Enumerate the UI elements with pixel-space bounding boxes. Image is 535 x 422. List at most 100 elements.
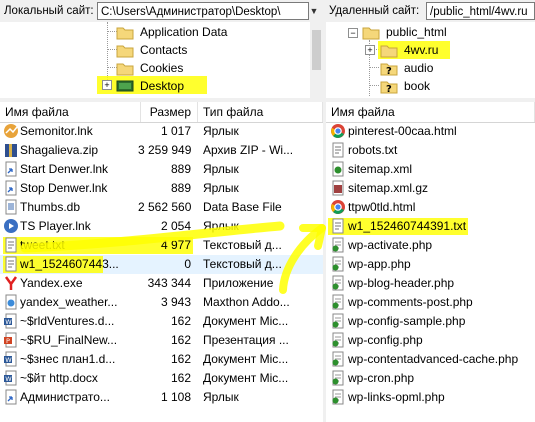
xml-file-icon (332, 161, 344, 177)
table-row[interactable]: P ~$RU_FinalNew... 162 Презентация ... (0, 331, 323, 350)
file-name: ~$йт http.docx (20, 371, 98, 385)
file-name: Thumbs.db (20, 200, 81, 214)
folder-icon (362, 27, 380, 40)
column-header-type[interactable]: Тип файла (198, 102, 323, 122)
php-file-icon (332, 313, 344, 329)
table-row[interactable]: W ~$rldVentures.d... 162 Документ Mic... (0, 312, 323, 331)
list-item[interactable]: wp-links-opml.php (326, 388, 535, 407)
list-item[interactable]: wp-app.php (326, 255, 535, 274)
file-type: Документ Mic... (203, 371, 289, 385)
file-name: ~$RU_FinalNew... (20, 333, 118, 347)
scrollbar-thumb[interactable] (312, 30, 321, 70)
table-row[interactable]: w1_1524607443... 0 Текстовый д... (0, 255, 323, 274)
remote-file-list[interactable]: Имя файла pinterest-00caa.html robots.txt… (326, 102, 535, 422)
file-name: sitemap.xml.gz (348, 181, 429, 195)
file-name: Администрато... (20, 390, 110, 404)
file-size: 162 (170, 333, 191, 347)
text-file-icon (5, 256, 17, 272)
table-row[interactable]: TS Player.lnk 2 054 Ярлык (0, 217, 323, 236)
list-item[interactable]: wp-cron.php (326, 369, 535, 388)
file-name: Stop Denwer.lnk (20, 181, 108, 195)
list-item[interactable]: wp-activate.php (326, 236, 535, 255)
local-path-input[interactable]: C:\Users\Администратор\Desktop\ (97, 2, 309, 20)
svg-text:P: P (6, 337, 10, 345)
file-type: Документ Mic... (203, 314, 289, 328)
table-row[interactable]: Thumbs.db 2 562 560 Data Base File (0, 198, 323, 217)
file-type: Ярлык (203, 124, 239, 138)
file-name: sitemap.xml (348, 162, 413, 176)
file-size: 889 (170, 181, 191, 195)
table-row[interactable]: Semonitor.lnk 1 017 Ярлык (0, 122, 323, 141)
list-item[interactable]: wp-blog-header.php (326, 274, 535, 293)
yandex-icon (4, 276, 18, 290)
file-name: Shagalieva.zip (20, 143, 99, 157)
table-row[interactable]: Stop Denwer.lnk 889 Ярлык (0, 179, 323, 198)
column-header-name[interactable]: Имя файла (326, 102, 535, 122)
file-name: tweet.txt (20, 238, 65, 252)
file-name: wp-blog-header.php (348, 276, 455, 290)
expand-toggle-icon[interactable]: + (365, 45, 375, 55)
php-file-icon (332, 370, 344, 386)
chevron-down-icon[interactable]: ▼ (306, 3, 322, 19)
list-item[interactable]: wp-config.php (326, 331, 535, 350)
player-icon (4, 219, 18, 233)
remote-path-input[interactable]: /public_html/4wv.ru (426, 2, 535, 20)
file-type: Документ Mic... (203, 352, 289, 366)
remote-list-header: Имя файла (326, 102, 535, 123)
word-doc-icon: W (4, 370, 17, 386)
file-name: w1_1524607443... (20, 257, 119, 271)
list-item[interactable]: sitemap.xml (326, 160, 535, 179)
file-name: wp-cron.php (348, 371, 415, 385)
file-size: 162 (170, 314, 191, 328)
ppt-icon: P (4, 332, 17, 348)
tree-node-label: Contacts (140, 43, 188, 57)
unknown-folder-icon: ? (380, 63, 398, 76)
local-list-header: Имя файла Размер Тип файла (0, 102, 323, 123)
expand-toggle-icon[interactable]: + (102, 80, 112, 90)
file-size: 343 344 (147, 276, 191, 290)
local-directory-tree[interactable]: Application Data Contacts Cookies + Desk… (0, 22, 310, 98)
folder-icon (116, 27, 134, 40)
table-row[interactable]: W ~$знес план1.d... 162 Документ Mic... (0, 350, 323, 369)
file-type: Текстовый д... (203, 238, 282, 252)
column-header-name[interactable]: Имя файла (0, 102, 141, 122)
table-row[interactable]: Yandex.exe 343 344 Приложение (0, 274, 323, 293)
svg-text:W: W (5, 356, 12, 364)
file-type: Ярлык (203, 390, 239, 404)
collapse-toggle-icon[interactable]: − (348, 28, 358, 38)
shortcut-icon (5, 161, 17, 177)
table-row[interactable]: Start Denwer.lnk 889 Ярлык (0, 160, 323, 179)
zip-icon (5, 144, 17, 157)
php-file-icon (332, 237, 344, 253)
table-row[interactable]: W ~$йт http.docx 162 Документ Mic... (0, 369, 323, 388)
file-type: Data Base File (203, 200, 282, 214)
file-type: Приложение (203, 276, 274, 290)
list-item[interactable]: wp-comments-post.php (326, 293, 535, 312)
word-doc-icon: W (4, 351, 17, 367)
file-size: 0 (184, 257, 191, 271)
local-tree-scrollbar[interactable] (310, 22, 323, 98)
remote-site-bar: Удаленный сайт: /public_html/4wv.ru (326, 0, 535, 22)
table-row[interactable]: Shagalieva.zip 3 259 949 Архив ZIP - Wi... (0, 141, 323, 160)
local-file-list[interactable]: Имя файла Размер Тип файла Semonitor.lnk… (0, 102, 323, 422)
table-row[interactable]: yandex_weather... 3 943 Maxthon Addo... (0, 293, 323, 312)
list-item[interactable]: wp-config-sample.php (326, 312, 535, 331)
file-name: Yandex.exe (20, 276, 83, 290)
list-item[interactable]: w1_152460744391.txt (326, 217, 535, 236)
list-item[interactable]: sitemap.xml.gz (326, 179, 535, 198)
tree-node-label: book (404, 79, 431, 93)
php-file-icon (332, 351, 344, 367)
list-item[interactable]: ttpw0tld.html (326, 198, 535, 217)
table-row[interactable]: Администрато... 1 108 Ярлык (0, 388, 323, 407)
list-item[interactable]: robots.txt (326, 141, 535, 160)
list-item[interactable]: pinterest-00caa.html (326, 122, 535, 141)
file-name: wp-app.php (348, 257, 411, 271)
table-row[interactable]: tweet.txt 4 977 Текстовый д... (0, 236, 323, 255)
remote-directory-tree[interactable]: − public_html + 4wv.ru ? audio ? book (326, 22, 535, 98)
maxthon-icon (5, 294, 17, 310)
column-header-size[interactable]: Размер (141, 102, 198, 122)
remote-site-label: Удаленный сайт: (329, 5, 420, 17)
file-type: Ярлык (203, 181, 239, 195)
list-item[interactable]: wp-contentadvanced-cache.php (326, 350, 535, 369)
tree-node-label: Desktop (140, 79, 185, 93)
